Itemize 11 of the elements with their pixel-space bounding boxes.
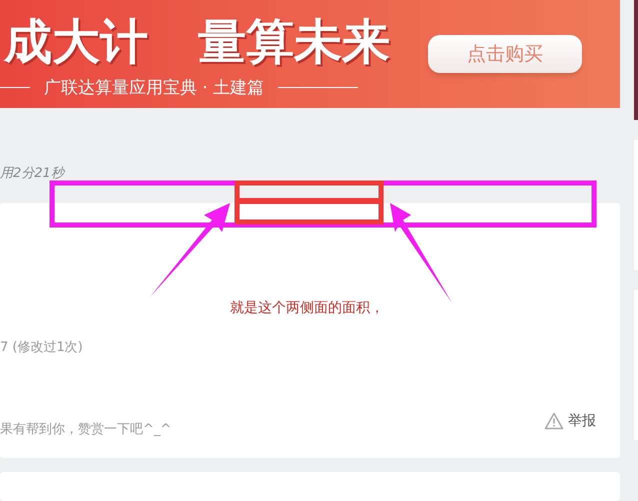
reward-text: 果有帮到你，赞赏一下吧^_^ [0,420,172,439]
report-button[interactable]: 举报 [544,410,596,432]
banner-headline: 成大计 [2,12,149,72]
warning-icon [544,412,564,430]
annotation-label: 就是这个两侧面的面积， [230,299,384,318]
edit-info: 7 (修改过1次) [0,339,84,358]
promo-banner[interactable]: 成大计 量算未来 广联达算量应用宝典 · 土建篇 点击购买 [0,0,620,108]
banner-headline: 量算未来 [197,12,391,72]
elapsed-time: 用2分21秒 [0,164,64,183]
banner-subtitle: 广联达算量应用宝典 · 土建篇 [44,76,264,99]
buy-button[interactable]: 点击购买 [428,34,582,73]
